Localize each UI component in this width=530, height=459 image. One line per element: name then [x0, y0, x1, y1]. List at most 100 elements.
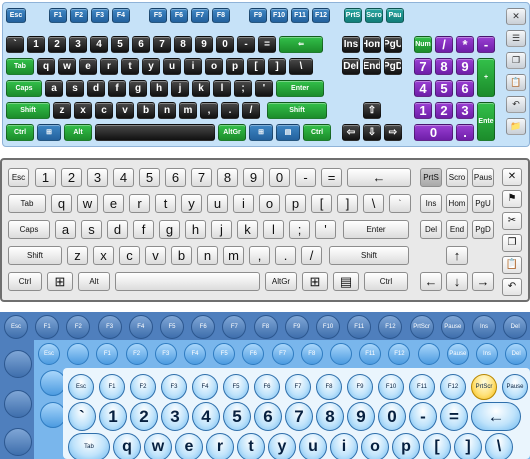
key-1[interactable]: 1	[27, 36, 45, 53]
mid-key-pause[interactable]: Pause	[446, 343, 469, 365]
key-8[interactable]: 8	[174, 36, 192, 53]
front-key-6[interactable]: 6	[254, 402, 282, 431]
key-pgu[interactable]: PgU	[384, 36, 402, 53]
key-backslash[interactable]: \	[289, 58, 313, 75]
key-period[interactable]: .	[275, 246, 296, 265]
back-key-f5[interactable]: F5	[160, 315, 184, 339]
paste-button[interactable]: 📋	[502, 256, 522, 274]
front-key-y[interactable]: y	[268, 433, 296, 459]
key-4[interactable]: 4	[113, 168, 134, 187]
key-del[interactable]: Del	[420, 220, 442, 239]
key-d[interactable]: d	[107, 220, 128, 239]
key-right-shift[interactable]: Shift	[267, 102, 327, 119]
mid-key-f11[interactable]: F11	[359, 343, 382, 365]
back-key-f12[interactable]: F12	[378, 315, 403, 339]
key-end[interactable]: End	[446, 220, 468, 239]
key-q[interactable]: q	[51, 194, 72, 213]
key-7[interactable]: 7	[153, 36, 171, 53]
key-5[interactable]: 5	[111, 36, 129, 53]
key-backspace[interactable]: ←	[347, 168, 411, 187]
copy-button[interactable]: ❐	[506, 52, 526, 69]
key-w[interactable]: w	[77, 194, 98, 213]
key-ins[interactable]: Ins	[342, 36, 360, 53]
key-left-ctrl[interactable]: Ctrl	[8, 272, 42, 291]
key-f8[interactable]: F8	[212, 8, 230, 23]
key-tab[interactable]: Tab	[8, 194, 46, 213]
key-t[interactable]: t	[121, 58, 139, 75]
key-k[interactable]: k	[237, 220, 258, 239]
key-minus[interactable]: -	[295, 168, 316, 187]
mid-key-f7[interactable]: F7	[271, 343, 294, 365]
front-key-backslash[interactable]: \	[485, 433, 513, 459]
back-key-left-0[interactable]	[4, 350, 32, 378]
key-u[interactable]: u	[207, 194, 228, 213]
front-key-equals[interactable]: =	[440, 402, 468, 431]
front-key-i[interactable]: i	[330, 433, 358, 459]
key-b[interactable]: b	[137, 102, 155, 119]
front-key-f7[interactable]: F7	[285, 374, 311, 400]
back-key-f2[interactable]: F2	[66, 315, 91, 339]
key-f9[interactable]: F9	[249, 8, 267, 23]
key-rbracket[interactable]: ]	[268, 58, 286, 75]
key-o[interactable]: o	[259, 194, 280, 213]
key-n[interactable]: n	[158, 102, 176, 119]
front-key-5[interactable]: 5	[223, 402, 251, 431]
close-button[interactable]: ✕	[506, 8, 526, 25]
key-scro[interactable]: Scro	[446, 168, 468, 187]
key-prts[interactable]: PrtS	[420, 168, 442, 187]
front-key-r[interactable]: r	[206, 433, 234, 459]
key-7[interactable]: 7	[414, 58, 432, 75]
back-key-f1[interactable]: F1	[35, 315, 60, 339]
key-end[interactable]: End	[363, 58, 381, 75]
key-arrow-right[interactable]: ⇨	[384, 124, 402, 141]
front-key-lbracket[interactable]: [	[423, 433, 451, 459]
back-key-f8[interactable]: F8	[253, 315, 278, 339]
front-key-8[interactable]: 8	[316, 402, 344, 431]
front-key-f6[interactable]: F6	[254, 374, 280, 400]
key-k[interactable]: k	[192, 80, 210, 97]
back-key-pause[interactable]: Pause	[440, 315, 465, 339]
key-l[interactable]: l	[263, 220, 284, 239]
key-semicolon[interactable]: ;	[289, 220, 310, 239]
key-backspace[interactable]: ⇐	[279, 36, 323, 53]
back-key-left-2[interactable]	[4, 428, 32, 456]
key-lbracket[interactable]: [	[311, 194, 332, 213]
key-e[interactable]: e	[79, 58, 97, 75]
key-y[interactable]: y	[181, 194, 202, 213]
key-period[interactable]: .	[221, 102, 239, 119]
right-windows-key[interactable]: ⊞	[302, 272, 328, 291]
key-0[interactable]: 0	[269, 168, 290, 187]
front-key-backtick[interactable]: `	[68, 402, 96, 431]
front-key-e[interactable]: e	[175, 433, 203, 459]
key-quote[interactable]: '	[255, 80, 273, 97]
key-v[interactable]: v	[116, 102, 134, 119]
key-f[interactable]: f	[133, 220, 154, 239]
key-arrow-left[interactable]: ⇦	[342, 124, 360, 141]
key-9[interactable]: 9	[243, 168, 264, 187]
key-arrow-up[interactable]: ↑	[446, 246, 468, 265]
front-key-9[interactable]: 9	[347, 402, 375, 431]
key-arrow-left[interactable]: ←	[420, 272, 442, 291]
key-pau[interactable]: Pau	[386, 8, 404, 23]
key-enter[interactable]: Enter	[276, 80, 324, 97]
key-numpad-2[interactable]: 2	[435, 102, 453, 119]
front-key-0[interactable]: 0	[378, 402, 406, 431]
mid-key-blank-1[interactable]	[67, 343, 90, 365]
key-r[interactable]: r	[100, 58, 118, 75]
key-left-shift[interactable]: Shift	[8, 246, 62, 265]
flag-button[interactable]: ⚑	[502, 190, 522, 208]
front-key-2[interactable]: 2	[130, 402, 158, 431]
key-f7[interactable]: F7	[191, 8, 209, 23]
front-key-f11[interactable]: F11	[409, 374, 435, 400]
mid-key-f5[interactable]: F5	[213, 343, 236, 365]
key-lbracket[interactable]: [	[247, 58, 265, 75]
key-arrow-down[interactable]: ⇩	[363, 124, 381, 141]
front-key-rbracket[interactable]: ]	[454, 433, 482, 459]
key-8[interactable]: 8	[217, 168, 238, 187]
key-pgu[interactable]: PgU	[472, 194, 494, 213]
key-asterisk[interactable]: *	[456, 36, 474, 53]
mid-key-del[interactable]: Del	[505, 343, 528, 365]
key-semicolon[interactable]: ;	[234, 80, 252, 97]
key-esc[interactable]: Esc	[6, 8, 26, 23]
back-key-f10[interactable]: F10	[316, 315, 340, 339]
